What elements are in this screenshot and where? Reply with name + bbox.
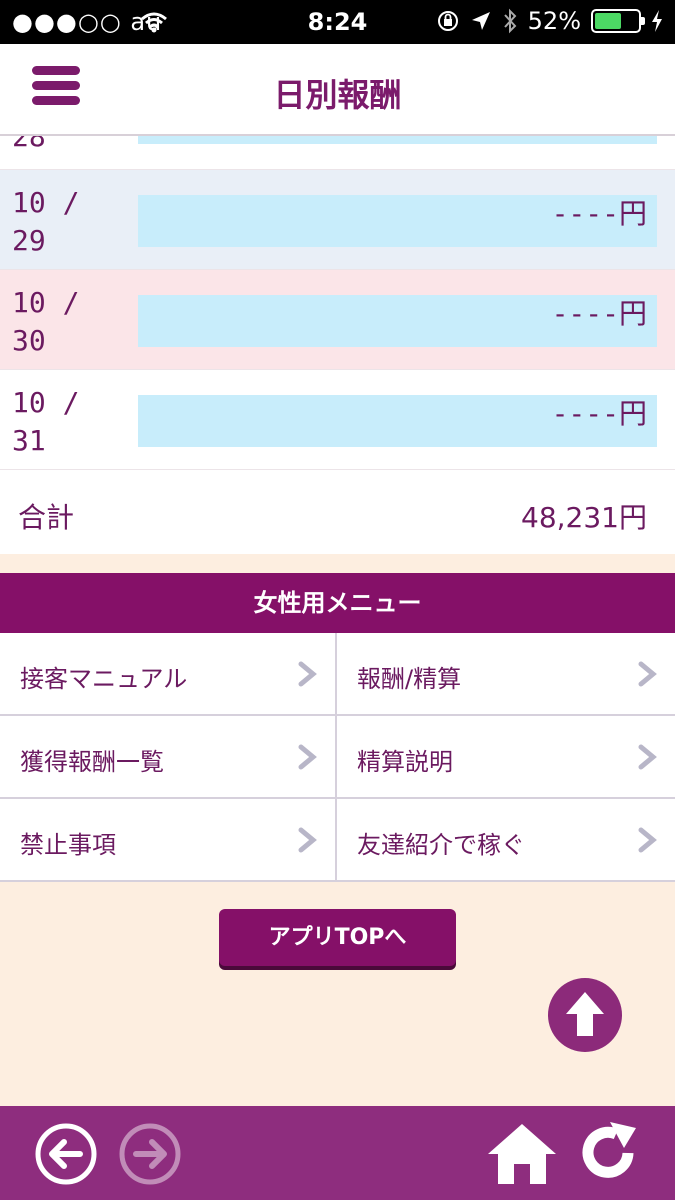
menu-item-reward-settlement[interactable]: 報酬/精算 — [337, 633, 675, 716]
menu-item-label: 精算説明 — [357, 748, 453, 776]
list-item: 10 /29 ----円 — [0, 170, 675, 270]
menu-item-service-manual[interactable]: 接客マニュアル — [0, 633, 337, 716]
row-date: 28 — [12, 136, 46, 153]
menu-item-label: 接客マニュアル — [20, 665, 188, 693]
app-header: 日別報酬 — [0, 44, 675, 136]
reload-button[interactable] — [576, 1120, 642, 1190]
menu-item-earned-rewards[interactable]: 獲得報酬一覧 — [0, 716, 337, 799]
menu-item-friend-referral[interactable]: 友達紹介で稼ぐ — [337, 799, 675, 882]
row-amount: ----円 — [551, 397, 647, 430]
menu-item-prohibited[interactable]: 禁止事項 — [0, 799, 337, 882]
menu-item-label: 友達紹介で稼ぐ — [357, 831, 525, 859]
home-icon — [488, 1124, 556, 1184]
list-item: 10 /31 ----円 — [0, 370, 675, 470]
status-bar: ●●●○○ au 8:24 52% — [0, 0, 675, 44]
back-button[interactable] — [34, 1122, 98, 1190]
menu-title: 女性用メニュー — [0, 573, 675, 633]
forward-button[interactable] — [118, 1122, 182, 1190]
arrow-right-icon — [119, 1123, 181, 1185]
total-value: 48,231円 — [521, 501, 647, 534]
chevron-right-icon — [298, 827, 317, 853]
row-date: 10 /29 — [12, 186, 80, 257]
chevron-right-icon — [298, 744, 317, 770]
total-row: 合計 48,231円 — [0, 470, 675, 554]
menu-item-label: 禁止事項 — [20, 831, 116, 859]
battery-percent: 52% — [527, 7, 581, 35]
total-label: 合計 — [18, 501, 75, 534]
row-amount: ----円 — [551, 297, 647, 330]
chevron-right-icon — [638, 827, 657, 853]
menu-item-label: 報酬/精算 — [357, 665, 462, 693]
amount-bar — [138, 136, 657, 144]
chevron-right-icon — [298, 661, 317, 687]
battery-icon — [591, 9, 645, 33]
bottom-toolbar — [0, 1106, 675, 1200]
arrow-left-icon — [35, 1123, 97, 1185]
menu-item-settlement-guide[interactable]: 精算説明 — [337, 716, 675, 799]
home-button[interactable] — [486, 1120, 558, 1190]
app-top-button[interactable]: アプリTOPへ — [219, 909, 456, 966]
location-icon — [471, 12, 490, 30]
menu-item-label: 獲得報酬一覧 — [20, 748, 164, 776]
orientation-lock-icon — [437, 11, 458, 31]
bluetooth-icon — [503, 8, 517, 34]
list-item: 10 /30 ----円 — [0, 270, 675, 370]
arrow-up-icon — [566, 992, 604, 1036]
row-date: 10 /31 — [12, 386, 80, 457]
list-item: 28 — [0, 136, 675, 170]
row-date: 10 /30 — [12, 286, 80, 357]
menu-grid: 接客マニュアル 報酬/精算 獲得報酬一覧 精算説明 禁止事項 友達紹介で稼ぐ — [0, 633, 675, 882]
page-title: 日別報酬 — [273, 76, 402, 114]
row-amount: ----円 — [551, 197, 647, 230]
chevron-right-icon — [638, 744, 657, 770]
scroll-top-button[interactable] — [548, 978, 622, 1052]
daily-reward-list: 28 10 /29 ----円 10 /30 ----円 10 /31 ----… — [0, 136, 675, 470]
chevron-right-icon — [638, 661, 657, 687]
reload-icon — [582, 1122, 636, 1178]
charging-icon — [652, 10, 662, 32]
